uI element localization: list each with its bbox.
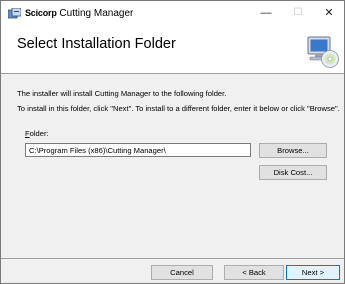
instruction-line-1: The installer will install Cutting Manag… (17, 89, 227, 98)
cancel-button[interactable]: Cancel (151, 265, 213, 280)
title-bar[interactable]: Scicorp Cutting Manager — ☐ ✕ (1, 1, 344, 25)
brand-name: Scicorp (25, 8, 57, 18)
folder-label-text: older: (29, 129, 49, 138)
header-banner: Select Installation Folder (1, 25, 344, 74)
back-button[interactable]: < Back (224, 265, 284, 280)
next-button[interactable]: Next > (286, 265, 340, 280)
installer-app-icon (8, 8, 21, 19)
instruction-line-2: To install in this folder, click "Next".… (17, 104, 340, 113)
computer-cd-icon (307, 36, 339, 68)
minimize-button[interactable]: — (251, 1, 281, 25)
app-name: Cutting Manager (59, 8, 134, 19)
page-title: Select Installation Folder (17, 36, 176, 52)
browse-button[interactable]: Browse... (259, 143, 327, 158)
close-button[interactable]: ✕ (314, 1, 344, 25)
footer-divider (1, 258, 344, 259)
maximize-button[interactable]: ☐ (283, 1, 313, 25)
window-title: Scicorp Cutting Manager (25, 6, 133, 21)
folder-path-input[interactable] (25, 143, 251, 157)
folder-label: Folder: (25, 129, 49, 138)
installer-window: Scicorp Cutting Manager — ☐ ✕ Select Ins… (0, 0, 345, 284)
disk-cost-button[interactable]: Disk Cost... (259, 165, 327, 180)
